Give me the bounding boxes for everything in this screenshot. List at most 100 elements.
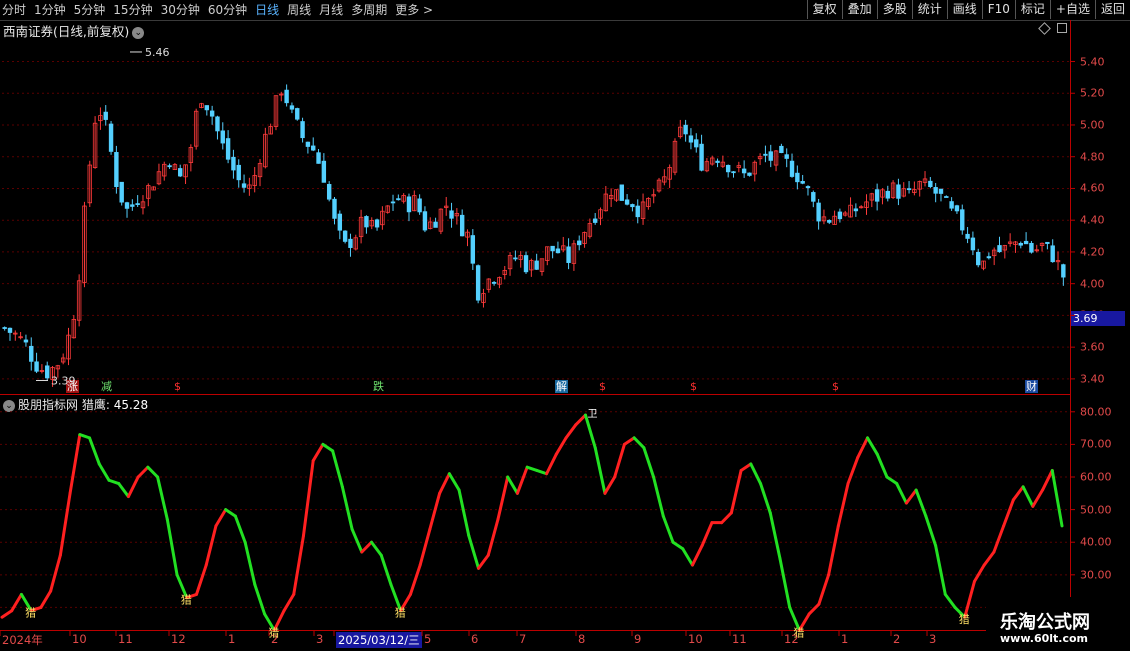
indicator-segment xyxy=(331,449,344,489)
indicator-segment xyxy=(156,475,169,521)
candle-body xyxy=(837,211,843,220)
indicator-segment xyxy=(875,452,889,479)
candle-body xyxy=(954,205,960,212)
candle-body xyxy=(316,152,321,164)
indicator-segment xyxy=(574,413,587,427)
indicator-segment xyxy=(856,436,870,459)
indicator-segment xyxy=(1041,468,1054,492)
candle-body xyxy=(326,184,332,200)
indicator-segment xyxy=(370,540,383,557)
candle-body xyxy=(986,256,992,259)
indicator-segment xyxy=(827,524,840,577)
candle-body xyxy=(906,188,912,191)
indicator-segment xyxy=(10,592,23,613)
candle-body xyxy=(449,210,454,219)
indicator-segment xyxy=(486,517,500,557)
indicator-segment xyxy=(895,482,908,505)
candle-body xyxy=(311,145,316,151)
candle-body xyxy=(731,171,736,174)
candle-body xyxy=(534,260,539,270)
indicator-segment xyxy=(1002,498,1015,528)
candle-body xyxy=(630,204,635,208)
candle-body xyxy=(396,198,401,201)
candle-body xyxy=(997,245,1002,253)
indicator-segment xyxy=(457,488,471,538)
candle-body xyxy=(811,192,816,202)
indicator-segment xyxy=(914,488,928,518)
indicator-segment xyxy=(58,491,72,557)
indicator-segment xyxy=(253,583,267,616)
candle-body xyxy=(577,240,582,246)
indicator-segment xyxy=(515,465,529,495)
candle-body xyxy=(699,143,704,171)
indicator-segment xyxy=(982,550,996,567)
candle-body xyxy=(417,198,422,213)
indicator-segment xyxy=(652,475,665,518)
indicator-segment xyxy=(350,527,364,554)
indicator-segment xyxy=(749,462,763,486)
candle-body xyxy=(119,181,124,203)
indicator-segment xyxy=(661,514,675,544)
candle-body xyxy=(949,201,954,209)
indicator-segment xyxy=(165,517,179,577)
candle-body xyxy=(295,108,300,120)
candle-body xyxy=(635,205,640,218)
candle-body xyxy=(763,153,768,156)
candle-body xyxy=(789,160,795,177)
candle-body xyxy=(933,187,938,194)
indicator-segment xyxy=(107,478,121,486)
indicator-segment xyxy=(224,508,237,518)
indicator-segment xyxy=(846,455,860,486)
signal-label: 猎 xyxy=(25,606,36,620)
indicator-segment xyxy=(924,514,938,547)
indicator-segment xyxy=(136,465,150,479)
candle-body xyxy=(45,365,50,379)
candle-body xyxy=(816,202,821,222)
indicator-segment xyxy=(428,491,442,531)
candle-body xyxy=(108,123,114,152)
indicator-segment xyxy=(642,446,656,479)
indicator-segment xyxy=(214,508,228,528)
candle-body xyxy=(342,230,348,242)
candle-body xyxy=(1023,240,1029,245)
indicator-segment xyxy=(545,452,558,476)
candle-body xyxy=(300,121,305,139)
indicator-segment xyxy=(992,524,1006,554)
indicator-segment xyxy=(904,488,918,505)
candle-body xyxy=(406,196,412,213)
indicator-segment xyxy=(340,485,354,531)
watermark-url: www.60lt.com xyxy=(1000,632,1089,645)
candle-body xyxy=(475,265,481,301)
indicator-segment xyxy=(807,602,821,616)
high-label: 5.46 xyxy=(145,46,170,59)
indicator-segment xyxy=(321,442,335,453)
indicator-segment xyxy=(360,540,374,554)
candle-body xyxy=(1045,241,1050,244)
candle-body xyxy=(241,183,247,188)
indicator-segment xyxy=(943,592,957,609)
chart-canvas[interactable]: 5.463.39猎猎猎猎猎猎卫 xyxy=(0,0,1130,650)
candle-body xyxy=(433,221,438,228)
candle-body xyxy=(624,199,630,205)
indicator-segment xyxy=(78,433,92,440)
candle-body xyxy=(694,139,699,148)
candle-body xyxy=(960,209,965,231)
candle-body xyxy=(204,105,210,111)
candle-body xyxy=(236,164,241,181)
candle-body xyxy=(853,208,859,212)
candle-body xyxy=(896,184,901,199)
candle-body xyxy=(1061,264,1066,278)
indicator-segment xyxy=(759,482,772,515)
indicator-segment xyxy=(88,436,101,466)
indicator-segment xyxy=(447,472,461,492)
indicator-segment xyxy=(97,462,111,482)
candle-body xyxy=(747,172,752,176)
indicator-segment xyxy=(972,563,986,583)
candle-body xyxy=(944,196,949,198)
candle-body xyxy=(225,138,231,160)
watermark-title: 乐淘公式网 xyxy=(1000,612,1090,633)
candle-body xyxy=(348,238,353,248)
candle-body xyxy=(513,257,518,260)
indicator-segment xyxy=(477,553,490,570)
indicator-segment xyxy=(963,579,976,619)
